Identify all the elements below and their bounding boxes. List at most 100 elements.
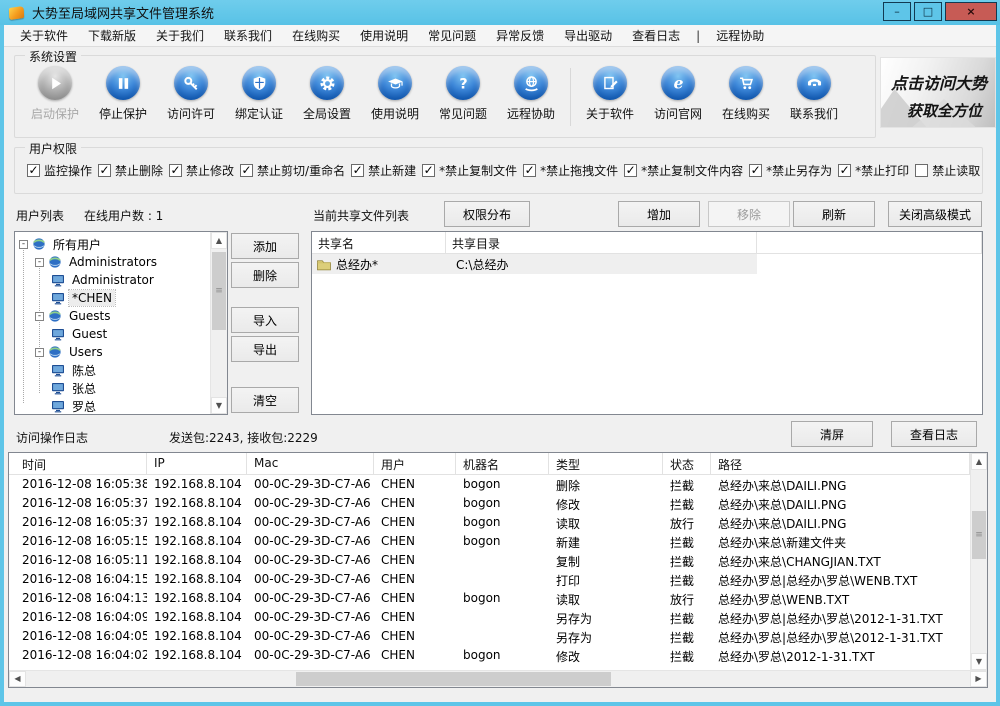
- log-column-header[interactable]: IP: [147, 453, 247, 474]
- tree-scrollbar[interactable]: ▲ ≡ ▼: [210, 232, 227, 414]
- scroll-up-arrow[interactable]: ▲: [211, 232, 227, 249]
- tree-item-administrators[interactable]: -Administrators: [15, 253, 210, 271]
- toolbar-button[interactable]: e访问官网: [644, 66, 712, 122]
- menu-item[interactable]: 远程协助: [706, 27, 774, 44]
- scroll-up-arrow[interactable]: ▲: [971, 453, 987, 470]
- tree-item-[interactable]: 罗总: [15, 397, 210, 414]
- log-row[interactable]: 2016-12-08 16:05:11192.168.8.10400-0C-29…: [9, 551, 970, 570]
- menu-item[interactable]: 下载新版: [78, 27, 146, 44]
- menu-item[interactable]: 在线购买: [282, 27, 350, 44]
- col-share-dir[interactable]: 共享目录: [446, 232, 757, 253]
- log-cell: bogon: [456, 494, 549, 513]
- menu-item[interactable]: 关于我们: [146, 27, 214, 44]
- log-row[interactable]: 2016-12-08 16:05:38192.168.8.10400-0C-29…: [9, 475, 970, 494]
- tree-item-[interactable]: 陈总: [15, 361, 210, 379]
- permission-distribution-button[interactable]: 权限分布: [444, 201, 530, 227]
- tree-expander-icon[interactable]: -: [19, 240, 28, 249]
- minimize-button[interactable]: –: [883, 2, 911, 21]
- log-row[interactable]: 2016-12-08 16:04:15192.168.8.10400-0C-29…: [9, 570, 970, 589]
- menu-item[interactable]: 联系我们: [214, 27, 282, 44]
- toolbar-button[interactable]: 访问许可: [157, 66, 225, 122]
- user-clear-button[interactable]: 清空: [231, 387, 299, 413]
- permission-checkbox[interactable]: 禁止读取: [915, 162, 980, 179]
- toolbar-button[interactable]: 停止保护: [89, 66, 157, 122]
- tree-item-[interactable]: -所有用户: [15, 235, 210, 253]
- permission-checkbox[interactable]: ✓禁止剪切/重命名: [240, 162, 345, 179]
- log-column-header[interactable]: Mac: [247, 453, 374, 474]
- log-column-header[interactable]: 路径: [711, 453, 970, 474]
- log-cell: 192.168.8.104: [147, 608, 247, 627]
- tree-item-administrator[interactable]: Administrator: [15, 271, 210, 289]
- log-row[interactable]: 2016-12-08 16:04:13192.168.8.10400-0C-29…: [9, 589, 970, 608]
- user-import-button[interactable]: 导入: [231, 307, 299, 333]
- permission-checkbox[interactable]: ✓禁止修改: [169, 162, 234, 179]
- log-vertical-scrollbar[interactable]: ▲ ≡ ▼: [970, 453, 987, 670]
- tree-item-guests[interactable]: -Guests: [15, 307, 210, 325]
- tree-item-chen[interactable]: *CHEN: [15, 289, 210, 307]
- scroll-right-arrow[interactable]: ▶: [970, 671, 987, 687]
- log-column-header[interactable]: 状态: [663, 453, 711, 474]
- maximize-button[interactable]: □: [914, 2, 942, 21]
- toolbar-button[interactable]: 关于软件: [576, 66, 644, 122]
- menu-item[interactable]: 查看日志: [622, 27, 690, 44]
- share-row[interactable]: 总经办*C:\总经办: [312, 254, 757, 274]
- user-export-button[interactable]: 导出: [231, 336, 299, 362]
- clear-screen-button[interactable]: 清屏: [791, 421, 873, 447]
- log-column-header[interactable]: 时间: [9, 453, 147, 474]
- banner-line2: 获取全方位: [907, 100, 995, 121]
- log-row[interactable]: 2016-12-08 16:05:37192.168.8.10400-0C-29…: [9, 494, 970, 513]
- menu-item[interactable]: 异常反馈: [486, 27, 554, 44]
- user-add-button[interactable]: 添加: [231, 233, 299, 259]
- user-delete-button[interactable]: 删除: [231, 262, 299, 288]
- permission-checkbox[interactable]: ✓*禁止拖拽文件: [523, 162, 618, 179]
- toolbar-button[interactable]: 在线购买: [712, 66, 780, 122]
- scrollbar-thumb[interactable]: ≡: [972, 511, 986, 559]
- toolbar-button[interactable]: 全局设置: [293, 66, 361, 122]
- permission-checkbox[interactable]: ✓*禁止复制文件: [422, 162, 517, 179]
- menu-item[interactable]: 关于软件: [10, 27, 78, 44]
- log-row[interactable]: 2016-12-08 16:05:37192.168.8.10400-0C-29…: [9, 513, 970, 532]
- toolbar-button[interactable]: 远程协助: [497, 66, 565, 122]
- permission-checkbox[interactable]: ✓*禁止复制文件内容: [624, 162, 743, 179]
- share-refresh-button[interactable]: 刷新: [793, 201, 875, 227]
- scroll-left-arrow[interactable]: ◀: [9, 671, 26, 687]
- log-row[interactable]: 2016-12-08 16:04:09192.168.8.10400-0C-29…: [9, 608, 970, 627]
- toolbar-button[interactable]: 使用说明: [361, 66, 429, 122]
- log-row[interactable]: 2016-12-08 16:04:02192.168.8.10400-0C-29…: [9, 646, 970, 665]
- share-add-button[interactable]: 增加: [618, 201, 700, 227]
- menu-item[interactable]: 使用说明: [350, 27, 418, 44]
- col-share-name[interactable]: 共享名: [312, 232, 446, 253]
- permission-checkbox[interactable]: ✓监控操作: [27, 162, 92, 179]
- log-horizontal-scrollbar[interactable]: ◀ ▶: [9, 670, 987, 687]
- tree-item-guest[interactable]: Guest: [15, 325, 210, 343]
- close-button[interactable]: ×: [945, 2, 997, 21]
- log-column-header[interactable]: 机器名: [456, 453, 549, 474]
- tree-item-[interactable]: 张总: [15, 379, 210, 397]
- toolbar-button[interactable]: 绑定认证: [225, 66, 293, 122]
- scroll-down-arrow[interactable]: ▼: [971, 653, 987, 670]
- tree-expander-icon[interactable]: -: [35, 258, 44, 267]
- tree-expander-icon[interactable]: -: [35, 348, 44, 357]
- permission-checkbox[interactable]: ✓禁止删除: [98, 162, 163, 179]
- promo-banner[interactable]: 点击访问大势 获取全方位: [880, 57, 996, 128]
- tree-expander-icon[interactable]: -: [35, 312, 44, 321]
- log-row[interactable]: 2016-12-08 16:04:05192.168.8.10400-0C-29…: [9, 627, 970, 646]
- view-log-button[interactable]: 查看日志: [891, 421, 977, 447]
- log-column-header[interactable]: 用户: [374, 453, 456, 474]
- scroll-down-arrow[interactable]: ▼: [211, 397, 227, 414]
- toolbar-button[interactable]: 联系我们: [780, 66, 848, 122]
- scrollbar-thumb[interactable]: ≡: [212, 252, 226, 330]
- permission-checkbox[interactable]: ✓*禁止打印: [838, 162, 909, 179]
- permission-checkbox[interactable]: ✓*禁止另存为: [749, 162, 832, 179]
- menu-item[interactable]: 常见问题: [418, 27, 486, 44]
- checkbox-label: *禁止拖拽文件: [540, 162, 618, 179]
- tree-item-users[interactable]: -Users: [15, 343, 210, 361]
- menu-item[interactable]: 导出驱动: [554, 27, 622, 44]
- shield-icon: [242, 66, 276, 100]
- permission-checkbox[interactable]: ✓禁止新建: [351, 162, 416, 179]
- log-row[interactable]: 2016-12-08 16:05:15192.168.8.10400-0C-29…: [9, 532, 970, 551]
- log-column-header[interactable]: 类型: [549, 453, 663, 474]
- scrollbar-thumb[interactable]: [296, 672, 611, 686]
- toolbar-button[interactable]: ?常见问题: [429, 66, 497, 122]
- close-advanced-mode-button[interactable]: 关闭高级模式: [888, 201, 982, 227]
